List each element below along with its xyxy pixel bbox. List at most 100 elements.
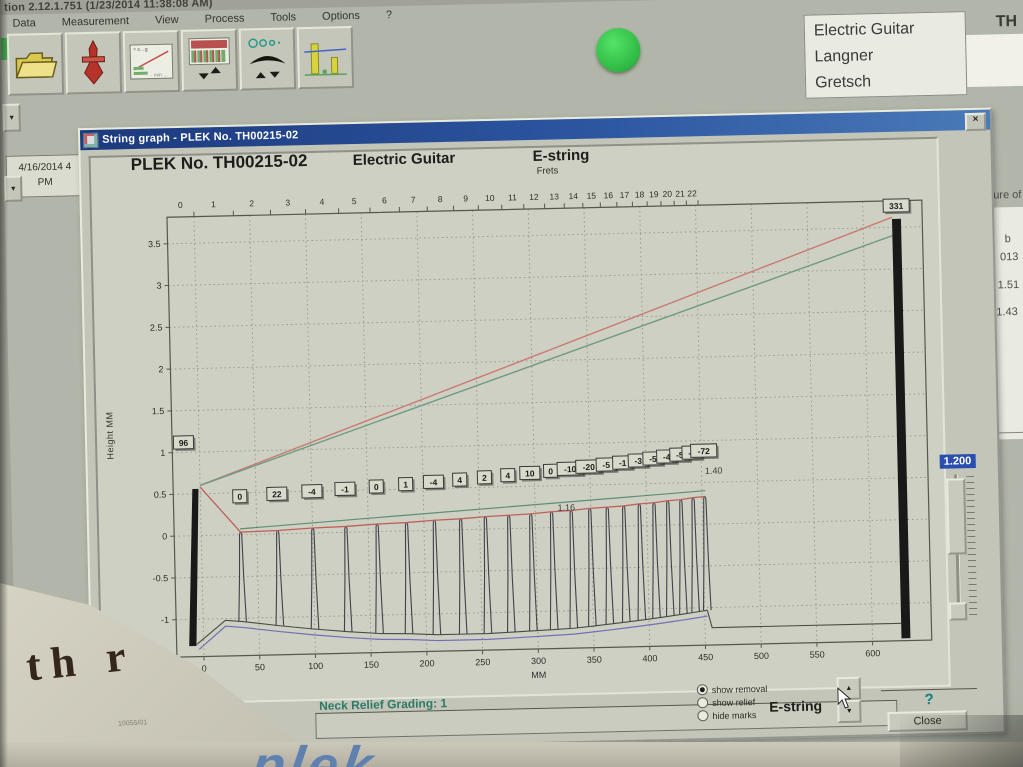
nut-height-label-text: 96: [179, 438, 189, 448]
removal-mark-text: -72: [697, 446, 710, 456]
removal-mark-text: 1: [403, 480, 408, 490]
removal-mark-text: -5: [649, 454, 657, 464]
fret-profile: [605, 506, 615, 625]
gridline-h: [171, 393, 927, 412]
scale-slider-thumb[interactable]: [946, 478, 967, 555]
y-tick-label: 1.5: [152, 406, 165, 416]
scale-slider-ticks: [966, 476, 978, 619]
frets-axis-title: Frets: [537, 165, 559, 176]
list-item[interactable]: Gretsch: [815, 67, 967, 96]
fret-profile: [679, 499, 688, 615]
radio-icon: [697, 710, 709, 722]
fret-number: 5: [352, 196, 357, 206]
window-icon: [83, 132, 99, 148]
fret-profile: [549, 511, 559, 630]
x-tick-label: 500: [754, 651, 769, 661]
fret-profile: [652, 502, 661, 619]
removal-mark-text: 4: [505, 471, 510, 481]
string-selector-label: E-string: [769, 697, 823, 715]
gridline-h: [176, 602, 931, 621]
removal-mark-text: 0: [237, 492, 242, 502]
display-mode-radios: show removal show relief hide marks: [696, 683, 768, 724]
fret-number: 9: [463, 193, 468, 203]
menu-data[interactable]: Data: [12, 17, 36, 30]
gridline-h: [168, 267, 924, 287]
string-graph-window: String graph - PLEK No. TH00215-02 × PLE…: [77, 107, 1006, 755]
removal-mark-text: 22: [272, 489, 282, 499]
gridline-h: [174, 518, 930, 537]
fret-number: 1: [211, 199, 216, 209]
menu-measurement[interactable]: Measurement: [62, 15, 130, 29]
date-line1: 4/16/2014 4: [18, 161, 72, 174]
gridline-v: [472, 210, 484, 651]
fret-number: 8: [438, 194, 443, 204]
svg-text:· min …: · min …: [151, 72, 169, 78]
y-axis-label: Height MM: [104, 411, 116, 460]
x-tick-label: 150: [364, 660, 379, 670]
radio-show-relief[interactable]: show relief: [697, 696, 768, 709]
window-title: String graph - PLEK No. TH00215-02: [102, 129, 299, 146]
fret-profile: [588, 507, 597, 627]
fret-profile: [529, 513, 538, 631]
serial-number: 10055/01: [117, 719, 148, 728]
close-button[interactable]: Close: [887, 710, 968, 733]
fret-profile: [702, 496, 712, 611]
chevron-down-icon: ▼: [8, 114, 16, 122]
fret-profile: [375, 523, 384, 634]
side-value: 1.43: [996, 305, 1018, 319]
string-height-line: [199, 216, 893, 487]
fret-number: 13: [549, 191, 559, 201]
fret-graph-button[interactable]: [180, 28, 239, 92]
fret-profile: [404, 522, 414, 634]
measure-button[interactable]: [64, 31, 123, 95]
menu-process[interactable]: Process: [205, 12, 245, 25]
fret-dress-button[interactable]: [238, 27, 297, 91]
x-tick-label: 350: [587, 655, 602, 665]
measure-tool-icon: [81, 39, 105, 85]
gridline-h: [172, 435, 928, 454]
radio-icon: [696, 684, 708, 696]
gridline-h: [167, 226, 923, 245]
fret-number: 6: [382, 195, 387, 205]
photo-frame: tion 2.12.1.751 (1/23/2014 11:38:08 AM) …: [0, 0, 1023, 767]
fret-number: 22: [687, 188, 697, 198]
close-icon[interactable]: ×: [964, 112, 987, 132]
help-button[interactable]: ?: [880, 688, 978, 712]
fret-number: 10: [485, 193, 495, 203]
scale-slider-foot[interactable]: [948, 602, 968, 621]
fret-profile: [432, 519, 442, 635]
removal-mark-text: 10: [525, 468, 535, 478]
scale-value-badge: 1.200: [939, 453, 976, 469]
bar-chart-button[interactable]: [296, 26, 355, 90]
y-tick-label: 3.5: [148, 239, 161, 249]
action-label: 1.16: [557, 502, 575, 512]
fret-profile: [621, 505, 631, 623]
fret-number: 12: [529, 192, 539, 202]
fret-number: 17: [620, 190, 630, 200]
menu-help[interactable]: ?: [386, 9, 392, 21]
bar-chart-icon: [304, 43, 347, 76]
y-tick-label: 2: [158, 364, 163, 374]
removal-mark-text: -10: [564, 464, 577, 474]
radio-hide-marks[interactable]: hide marks: [697, 709, 768, 722]
list-item[interactable]: Electric Guitar: [814, 15, 966, 44]
open-file-button[interactable]: [6, 32, 65, 96]
x-tick-label: 200: [419, 658, 434, 668]
list-item[interactable]: Langner: [814, 41, 966, 70]
removal-mark-text: -5: [602, 460, 610, 470]
menu-view[interactable]: View: [155, 14, 179, 27]
x-tick-label: 250: [475, 657, 490, 667]
radio-show-removal[interactable]: show removal: [696, 683, 768, 696]
fret-number: 18: [635, 189, 645, 199]
side-value: 1.51: [997, 278, 1020, 292]
fret-number: 16: [604, 190, 614, 200]
gridline-v: [639, 206, 651, 647]
menu-options[interactable]: Options: [322, 10, 360, 23]
x-tick-label: 600: [865, 648, 880, 658]
corner-text: TH: [995, 12, 1018, 31]
removal-mark-text: -3: [634, 456, 642, 466]
menu-tools[interactable]: Tools: [270, 11, 296, 24]
side-value: 013: [999, 250, 1019, 264]
svg-text:≈ s…g: ≈ s…g: [133, 47, 148, 53]
string-graph-button[interactable]: ≈ s…g · min …: [122, 29, 181, 94]
